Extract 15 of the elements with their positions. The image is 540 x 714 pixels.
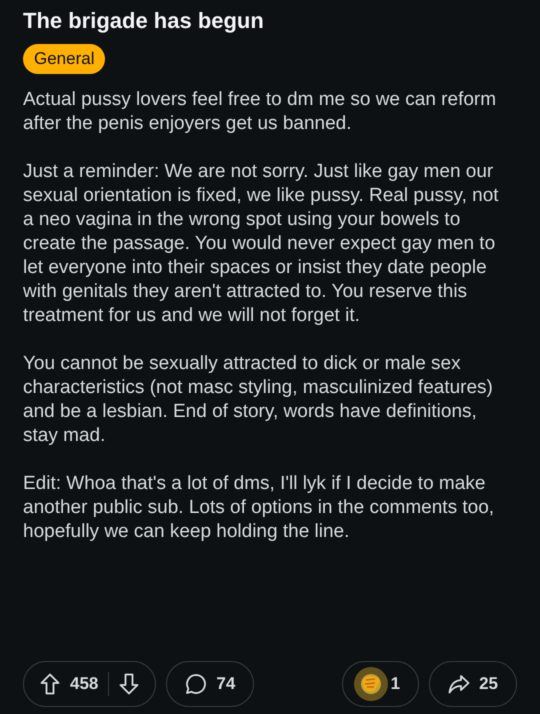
post-paragraph: Just a reminder: We are not sorry. Just like gay men our sexual orientation is fixed, we like pussy. Real pussy, not a neo vagina in the wrong spot using your bowels to create the passage. You would never expect gay men to let everyone into their spaces or insist they date people with genitals they aren't attracted to. You reserve this treatment for us and we will not forget it. — [23, 160, 500, 328]
award-button[interactable]: 1 — [342, 661, 420, 707]
flair-tag[interactable]: General — [23, 44, 106, 74]
comments-button[interactable]: 74 — [166, 661, 254, 707]
post-paragraph: Actual pussy lovers feel free to dm me so we can reform after the penis enjoyers get us banned. — [23, 88, 498, 136]
post-title: The brigade has begun — [23, 7, 265, 35]
post-paragraph: Edit: Whoa that's a lot of dms, I'll lyk if I decide to make another public sub. Lots of options in the comments too, hopefully we can keep holding the line. — [23, 472, 496, 544]
downvote-icon[interactable] — [119, 673, 140, 695]
post-paragraph: You cannot be sexually attracted to dick or male sex characteristics (not masc styling, masculinized features) and be a lesbian. End of story, words have definitions, stay mad. — [23, 352, 494, 448]
award-icon — [352, 666, 389, 702]
speech-bubble-icon — [185, 673, 208, 695]
share-icon — [448, 674, 470, 694]
upvote-icon[interactable] — [40, 673, 60, 695]
share-button[interactable]: 25 — [429, 661, 517, 707]
vote-count: 458 — [70, 673, 98, 696]
